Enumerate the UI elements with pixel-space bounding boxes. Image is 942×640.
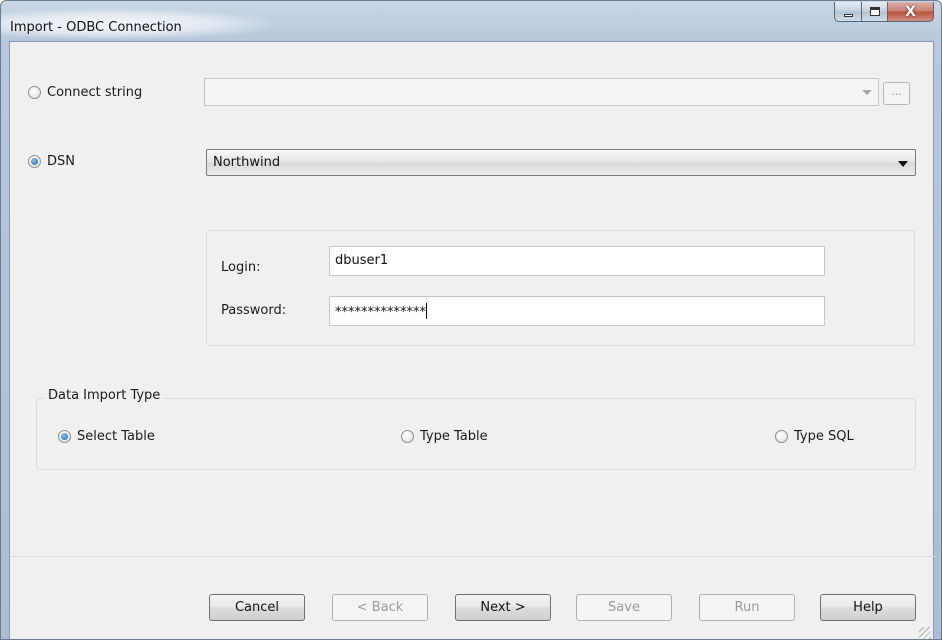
password-value: **************	[335, 305, 426, 320]
type-sql-label: Type SQL	[794, 429, 854, 444]
resize-grip-icon[interactable]	[919, 627, 931, 639]
browse-connect-string-button[interactable]: ...	[883, 82, 910, 105]
dsn-dropdown[interactable]: Northwind	[206, 149, 916, 176]
cancel-button[interactable]: Cancel	[209, 594, 305, 621]
minimize-icon	[843, 13, 853, 17]
next-button[interactable]: Next >	[455, 594, 551, 621]
dsn-value: Northwind	[213, 155, 281, 170]
password-label: Password:	[221, 303, 287, 318]
maximize-icon	[869, 7, 880, 16]
connect-string-combo[interactable]	[204, 78, 879, 106]
dsn-radio[interactable]: DSN	[28, 154, 75, 169]
title-bar[interactable]: Import - ODBC Connection X	[1, 1, 941, 41]
type-table-radio[interactable]: Type Table	[401, 429, 488, 444]
back-button[interactable]: < Back	[332, 594, 428, 621]
connect-string-radio[interactable]: Connect string	[28, 85, 142, 100]
window-controls: X	[834, 2, 934, 22]
dialog-body: Connect string ... DSN Northwind Login: …	[9, 41, 935, 639]
login-value: dbuser1	[335, 253, 389, 268]
close-icon: X	[905, 3, 916, 20]
type-sql-radio-circle	[775, 430, 788, 443]
help-button[interactable]: Help	[820, 594, 916, 621]
type-table-label: Type Table	[420, 429, 488, 444]
data-import-type-title: Data Import Type	[44, 388, 165, 403]
import-odbc-window: Import - ODBC Connection X Connect strin…	[0, 0, 942, 640]
type-table-radio-circle	[401, 430, 414, 443]
chevron-down-icon	[862, 90, 872, 95]
password-input[interactable]: **************	[329, 296, 825, 326]
maximize-button[interactable]	[862, 2, 888, 22]
run-button[interactable]: Run	[699, 594, 795, 621]
login-label: Login:	[221, 260, 261, 275]
connect-string-label: Connect string	[47, 85, 143, 100]
text-caret	[426, 303, 427, 319]
close-button[interactable]: X	[888, 2, 934, 22]
footer-separator	[10, 556, 935, 557]
login-input[interactable]: dbuser1	[329, 246, 825, 276]
chevron-down-icon	[898, 161, 908, 167]
select-table-label: Select Table	[77, 429, 155, 444]
select-table-radio[interactable]: Select Table	[58, 429, 155, 444]
connect-string-radio-circle	[28, 86, 41, 99]
window-title: Import - ODBC Connection	[10, 20, 182, 35]
credentials-panel: Login: dbuser1 Password: **************	[206, 230, 915, 346]
dsn-radio-circle	[28, 155, 41, 168]
dsn-label: DSN	[47, 154, 75, 169]
save-button[interactable]: Save	[576, 594, 672, 621]
select-table-radio-circle	[58, 430, 71, 443]
minimize-button[interactable]	[834, 2, 862, 22]
type-sql-radio[interactable]: Type SQL	[775, 429, 854, 444]
